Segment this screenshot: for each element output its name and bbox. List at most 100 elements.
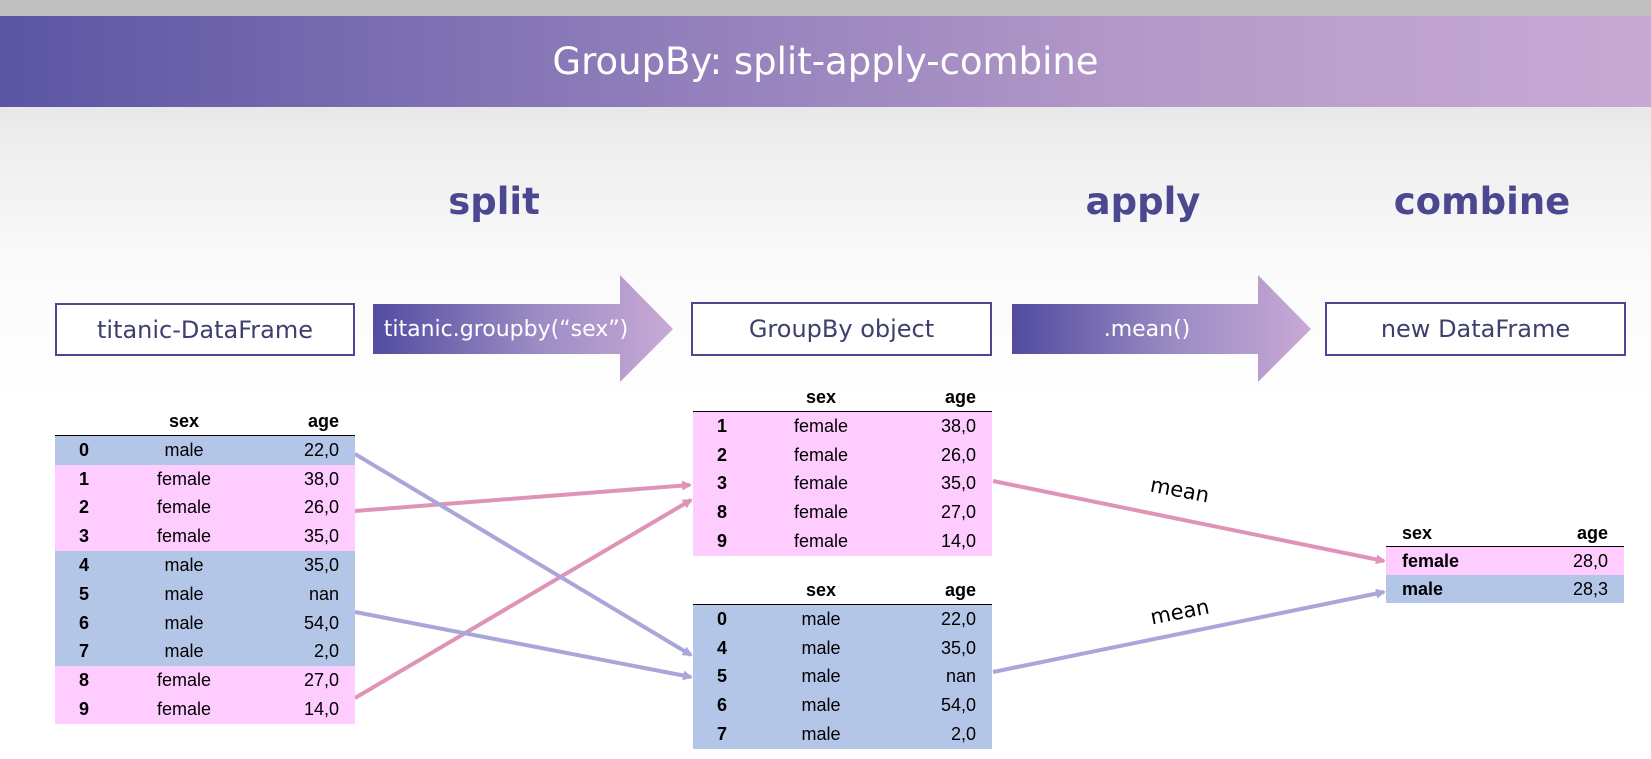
source-table-header: sex age bbox=[55, 407, 355, 436]
result-row-male: male 28,3 bbox=[1386, 575, 1624, 603]
mean-call-label: .mean() bbox=[1103, 316, 1191, 342]
table-row: 5 male nan bbox=[693, 662, 992, 692]
sex-cell: male bbox=[753, 662, 889, 692]
index-cell: 6 bbox=[693, 691, 753, 721]
age-cell: 35,0 bbox=[253, 522, 355, 552]
sex-cell: female bbox=[115, 522, 253, 552]
sex-cell: female bbox=[115, 464, 253, 494]
sex-cell: female bbox=[753, 498, 889, 528]
index-cell: 4 bbox=[55, 551, 115, 580]
female-group-table: sex age 1 female 38,0 2 female 26,0 3 female 35,… bbox=[693, 383, 992, 556]
age-cell: 27,0 bbox=[253, 666, 355, 696]
sex-cell: female bbox=[753, 527, 889, 556]
table-row: 6 male 54,0 bbox=[693, 691, 992, 721]
sex-cell: female bbox=[115, 695, 253, 724]
index-cell: 1 bbox=[693, 411, 753, 441]
result-sex-cell: male bbox=[1386, 575, 1536, 603]
index-header bbox=[693, 383, 753, 412]
table-row: 3 female 35,0 bbox=[693, 469, 992, 499]
source-table: sex age 0 male 22,0 1 female 38,0 2 female 26,0 3… bbox=[55, 407, 355, 724]
result-age-cell: 28,3 bbox=[1536, 575, 1624, 603]
table-row: 7 male 2,0 bbox=[55, 637, 355, 667]
index-cell: 9 bbox=[55, 695, 115, 724]
sex-header: sex bbox=[753, 576, 889, 605]
table-row: 3 female 35,0 bbox=[55, 522, 355, 552]
sex-cell: male bbox=[753, 604, 889, 634]
age-cell: 35,0 bbox=[889, 469, 992, 499]
index-cell: 2 bbox=[55, 493, 115, 523]
sex-cell: male bbox=[115, 637, 253, 667]
table-row: 8 female 27,0 bbox=[693, 498, 992, 528]
sex-cell: male bbox=[753, 633, 889, 663]
age-cell: 14,0 bbox=[253, 695, 355, 724]
index-cell: 8 bbox=[55, 666, 115, 696]
index-header bbox=[693, 576, 753, 605]
index-cell: 4 bbox=[693, 633, 753, 663]
age-cell: 14,0 bbox=[889, 527, 992, 556]
index-cell: 3 bbox=[693, 469, 753, 499]
index-cell: 1 bbox=[55, 464, 115, 494]
index-cell: 0 bbox=[55, 435, 115, 465]
female-group-header: sex age bbox=[693, 383, 992, 412]
sex-cell: male bbox=[115, 435, 253, 465]
sex-cell: male bbox=[115, 551, 253, 580]
age-header: age bbox=[253, 407, 355, 436]
age-cell: 26,0 bbox=[889, 440, 992, 470]
age-cell: nan bbox=[253, 579, 355, 609]
sex-cell: male bbox=[753, 691, 889, 721]
age-cell: 54,0 bbox=[889, 691, 992, 721]
sex-cell: male bbox=[753, 720, 889, 749]
result-sex-cell: female bbox=[1386, 546, 1536, 575]
table-row: 4 male 35,0 bbox=[55, 551, 355, 580]
age-cell: 35,0 bbox=[253, 551, 355, 580]
table-row: 1 female 38,0 bbox=[55, 464, 355, 494]
age-cell: 22,0 bbox=[889, 604, 992, 634]
index-cell: 9 bbox=[693, 527, 753, 556]
sex-header: sex bbox=[115, 407, 253, 436]
age-cell: 38,0 bbox=[253, 464, 355, 494]
table-row: 9 female 14,0 bbox=[693, 527, 992, 556]
index-cell: 5 bbox=[693, 662, 753, 692]
split-line-row0 bbox=[353, 452, 693, 657]
index-cell: 0 bbox=[693, 604, 753, 634]
index-cell: 3 bbox=[55, 522, 115, 552]
table-row: 8 female 27,0 bbox=[55, 666, 355, 696]
table-row: 2 female 26,0 bbox=[693, 440, 992, 470]
sex-header: sex bbox=[753, 383, 889, 412]
age-cell: 27,0 bbox=[889, 498, 992, 528]
age-cell: nan bbox=[889, 662, 992, 692]
age-header: age bbox=[889, 576, 992, 605]
age-header: age bbox=[889, 383, 992, 412]
sex-cell: female bbox=[115, 666, 253, 696]
result-table: sex age female 28,0 male 28,3 bbox=[1386, 520, 1624, 603]
age-cell: 26,0 bbox=[253, 493, 355, 523]
index-cell: 2 bbox=[693, 440, 753, 470]
age-cell: 2,0 bbox=[889, 720, 992, 749]
age-cell: 35,0 bbox=[889, 633, 992, 663]
table-row: 2 female 26,0 bbox=[55, 493, 355, 523]
table-row: 9 female 14,0 bbox=[55, 695, 355, 724]
sex-header: sex bbox=[1386, 520, 1536, 547]
sex-cell: female bbox=[753, 469, 889, 499]
table-row: 1 female 38,0 bbox=[693, 411, 992, 441]
index-cell: 8 bbox=[693, 498, 753, 528]
table-row: 0 male 22,0 bbox=[693, 604, 992, 634]
age-cell: 54,0 bbox=[253, 608, 355, 638]
male-group-header: sex age bbox=[693, 576, 992, 605]
age-cell: 22,0 bbox=[253, 435, 355, 465]
index-cell: 7 bbox=[693, 720, 753, 749]
groupby-call-label: titanic.groupby(“sex”) bbox=[383, 316, 629, 342]
age-cell: 38,0 bbox=[889, 411, 992, 441]
age-cell: 2,0 bbox=[253, 637, 355, 667]
index-cell: 5 bbox=[55, 579, 115, 609]
result-table-header: sex age bbox=[1386, 520, 1624, 547]
age-header: age bbox=[1536, 520, 1624, 547]
table-row: 7 male 2,0 bbox=[693, 720, 992, 749]
table-row: 4 male 35,0 bbox=[693, 633, 992, 663]
table-row: 0 male 22,0 bbox=[55, 435, 355, 465]
index-cell: 6 bbox=[55, 608, 115, 638]
result-row-female: female 28,0 bbox=[1386, 546, 1624, 575]
sex-cell: female bbox=[115, 493, 253, 523]
index-cell: 7 bbox=[55, 637, 115, 667]
sex-cell: male bbox=[115, 579, 253, 609]
